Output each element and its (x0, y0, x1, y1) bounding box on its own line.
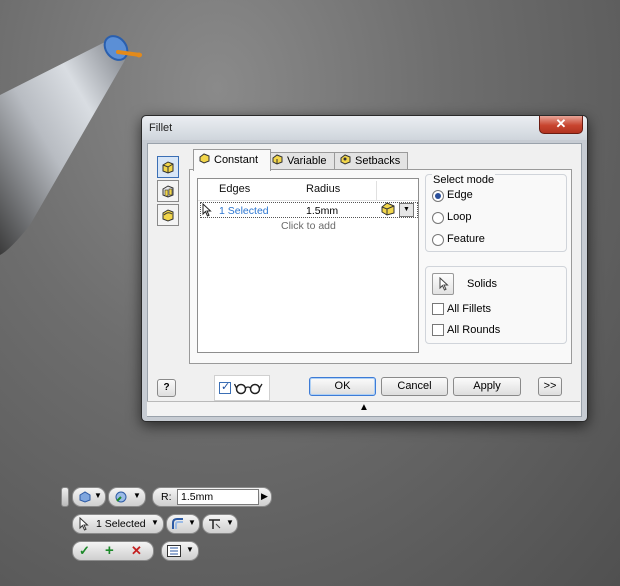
tab-constant[interactable]: Constant (193, 149, 271, 171)
tab-label: Constant (214, 154, 259, 166)
tab-panel-constant: Edges Radius 1 Selected 1.5mm ▼ Click to… (189, 169, 572, 364)
select-mode-group: Select mode Edge Loop Feature (425, 174, 567, 252)
full-round-fillet-icon (162, 209, 174, 222)
fillet-dialog: Fillet ✕ Constant Variable Setbacks Edge… (141, 115, 588, 422)
edge-fillet-icon (162, 161, 174, 174)
preview-checkbox[interactable]: ✓ (219, 381, 231, 394)
mini-toolbar-grip[interactable] (61, 487, 69, 507)
radius-input[interactable]: 1.5mm (177, 489, 259, 505)
chevron-down-icon: ▼ (186, 545, 194, 554)
cube-select-icon (79, 491, 91, 503)
column-divider (376, 181, 377, 200)
cursor-arrow-icon (79, 517, 89, 531)
all-fillets-label[interactable]: All Fillets (447, 303, 491, 315)
face-fillet-button[interactable] (157, 180, 179, 202)
add-row-hint[interactable]: Click to add (281, 220, 336, 232)
loop-radio[interactable] (432, 212, 444, 224)
mini-toolbar-options-dropdown[interactable]: ▼ (161, 541, 199, 561)
chevron-down-icon: ▼ (94, 491, 102, 500)
triangle-up-icon: ▲ (359, 402, 369, 413)
face-fillet-icon (162, 185, 174, 198)
apply-plus-icon[interactable]: + (105, 542, 114, 559)
cursor-arrow-icon (439, 277, 449, 291)
mini-toolbar-actions: ✓ + ✕ (72, 541, 154, 561)
corner-style-icon (209, 519, 221, 529)
all-rounds-label[interactable]: All Rounds (447, 324, 500, 336)
feature-radio-label[interactable]: Feature (447, 233, 485, 245)
edges-cell[interactable]: 1 Selected (219, 205, 269, 217)
tab-label: Variable (287, 155, 327, 167)
all-rounds-checkbox[interactable] (432, 324, 444, 336)
cancel-button[interactable]: Cancel (381, 377, 448, 396)
edges-radius-table[interactable]: Edges Radius 1 Selected 1.5mm ▼ Click to… (197, 178, 419, 353)
mini-toolbar-radius: R: 1.5mm ▶ (152, 487, 272, 507)
chevron-down-icon: ▼ (133, 491, 141, 500)
preview-toggle: ✓ (214, 375, 270, 401)
mini-toolbar-select-dropdown[interactable]: ▼ (72, 487, 106, 507)
mini-toolbar-corner-dropdown[interactable]: ▼ (202, 514, 238, 534)
full-round-fillet-button[interactable] (157, 204, 179, 226)
radius-label: R: (161, 491, 172, 503)
fillet-constant-icon (199, 153, 210, 164)
chevron-down-icon: ▼ (151, 518, 159, 527)
chevron-down-icon: ▼ (188, 518, 196, 527)
dialog-expand-grip[interactable]: ▲ (147, 401, 580, 416)
help-icon: ? (163, 382, 170, 393)
solids-select-button[interactable] (432, 273, 454, 295)
selection-arrow-icon (202, 203, 212, 217)
close-button[interactable]: ✕ (539, 116, 583, 134)
header-divider (198, 200, 418, 201)
play-right-icon[interactable]: ▶ (261, 491, 268, 502)
dialog-titlebar[interactable]: Fillet ✕ (142, 116, 587, 140)
cancel-x-icon[interactable]: ✕ (131, 543, 142, 559)
tab-label: Setbacks (355, 155, 401, 167)
radius-cell[interactable]: 1.5mm (306, 205, 338, 217)
edge-radio-label[interactable]: Edge (447, 189, 473, 201)
fillet-solution-icon[interactable] (381, 202, 395, 216)
loop-radio-label[interactable]: Loop (447, 211, 471, 223)
edge-fillet-button[interactable] (157, 156, 179, 178)
edge-radio[interactable] (432, 190, 444, 202)
dialog-body: Constant Variable Setbacks Edges Radius … (147, 143, 582, 417)
fillet-type-icon (172, 518, 183, 529)
chevron-down-icon[interactable]: ▼ (399, 203, 414, 217)
radius-input-value: 1.5mm (181, 491, 214, 503)
solids-label: Solids (467, 278, 497, 290)
column-header-edges: Edges (219, 183, 251, 195)
close-icon: ✕ (555, 116, 567, 131)
column-header-radius: Radius (306, 183, 341, 195)
more-button[interactable]: >> (538, 377, 562, 396)
list-options-icon (167, 545, 181, 557)
dialog-title: Fillet (149, 122, 173, 134)
fillet-mode-icon (115, 491, 127, 503)
glasses-icon (234, 383, 263, 395)
fillet-variable-icon (272, 154, 283, 165)
select-mode-label: Select mode (432, 174, 496, 186)
tab-setbacks[interactable]: Setbacks (334, 152, 408, 170)
edges-selected-text: 1 Selected (96, 518, 146, 530)
tab-variable[interactable]: Variable (266, 152, 340, 170)
ok-button[interactable]: OK (309, 377, 376, 396)
feature-radio[interactable] (432, 234, 444, 246)
all-fillets-checkbox[interactable] (432, 303, 444, 315)
ok-check-icon[interactable]: ✓ (79, 543, 90, 559)
apply-button[interactable]: Apply (453, 377, 521, 396)
mini-toolbar-mode-dropdown[interactable]: ▼ (108, 487, 146, 507)
solids-group: Solids All Fillets All Rounds (425, 266, 567, 344)
mini-toolbar-fillet-type-dropdown[interactable]: ▼ (166, 514, 200, 534)
mini-toolbar-edges-dropdown[interactable]: 1 Selected ▼ (72, 514, 164, 534)
fillet-setbacks-icon (340, 154, 351, 165)
help-button[interactable]: ? (157, 379, 176, 397)
chevron-down-icon: ▼ (226, 518, 234, 527)
